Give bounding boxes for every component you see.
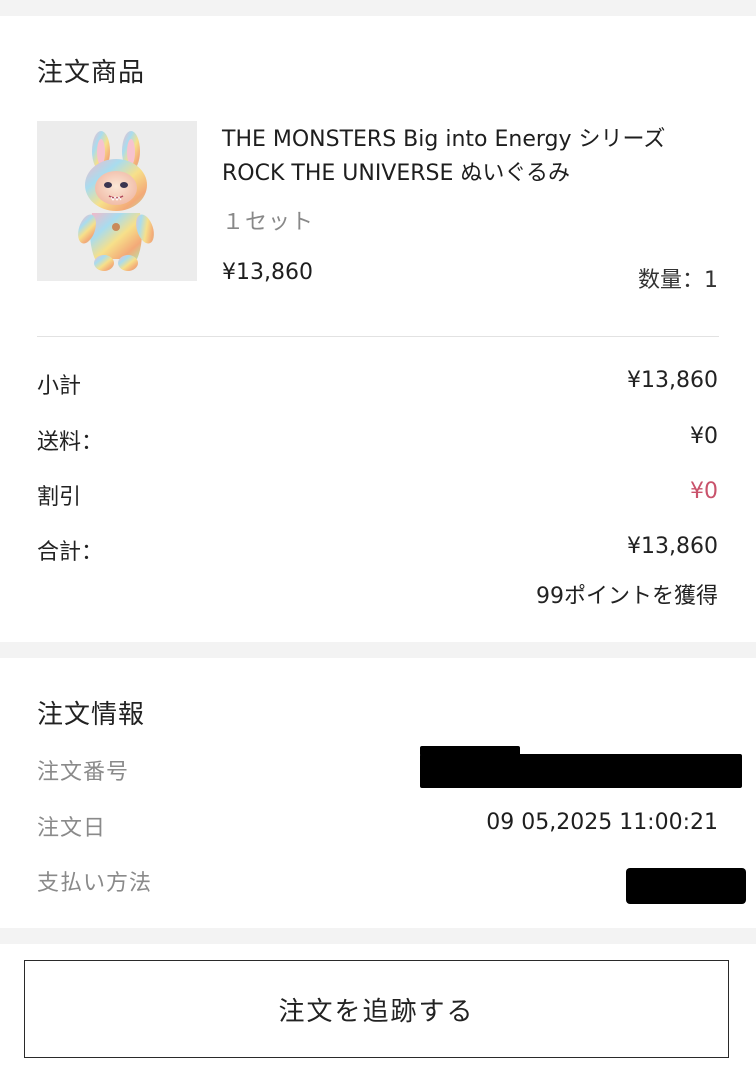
redaction-block — [626, 868, 746, 904]
monster-plush-figure-icon — [78, 131, 154, 271]
shipping-label: 送料： — [37, 430, 104, 455]
points-earned: 99ポイントを獲得 — [536, 584, 718, 609]
subtotal-label: 小計 — [37, 374, 82, 399]
summary-shipping-row: 送料： ¥0 — [37, 424, 718, 456]
payment-method-label: 支払い方法 — [37, 871, 153, 896]
order-date-row: 注文日 09 05,2025 11:00:21 — [37, 810, 746, 844]
summary-total-row: 合計： ¥13,860 — [37, 534, 718, 566]
product-spec: １セット — [222, 210, 315, 235]
order-info-card: 注文情報 注文番号 注文日 09 05,2025 11:00:21 支払い方法 — [0, 658, 756, 928]
redaction-block — [420, 754, 742, 788]
products-section-title: 注文商品 — [37, 58, 146, 88]
product-image[interactable] — [37, 121, 197, 281]
order-number-label: 注文番号 — [37, 760, 130, 785]
track-order-label: 注文を追跡する — [278, 996, 475, 1027]
product-name-line-1: THE MONSTERS Big into Energy シリーズ — [222, 127, 666, 152]
order-info-title: 注文情報 — [37, 700, 146, 730]
total-label: 合計： — [37, 540, 104, 565]
product-name[interactable]: THE MONSTERS Big into Energy シリーズ ROCK T… — [222, 123, 732, 191]
product-price: ¥13,860 — [222, 260, 313, 285]
product-name-line-2: ROCK THE UNIVERSE ぬいぐるみ — [222, 161, 570, 186]
order-products-card: 注文商品 THE MONSTERS Big into Energy シリーズ R… — [0, 16, 756, 642]
summary-subtotal-row: 小計 ¥13,860 — [37, 368, 718, 400]
action-card: 注文を追跡する — [0, 944, 756, 1080]
order-date-label: 注文日 — [37, 816, 107, 841]
shipping-value: ¥0 — [690, 424, 718, 449]
discount-label: 割引 — [37, 485, 82, 510]
track-order-button[interactable]: 注文を追跡する — [24, 960, 729, 1058]
divider — [37, 336, 719, 337]
total-value: ¥13,860 — [627, 534, 718, 559]
product-quantity: 数量：1 — [638, 268, 718, 293]
discount-value: ¥0 — [690, 479, 718, 504]
summary-discount-row: 割引 ¥0 — [37, 479, 718, 511]
order-date-value: 09 05,2025 11:00:21 — [486, 810, 718, 835]
subtotal-value: ¥13,860 — [627, 368, 718, 393]
